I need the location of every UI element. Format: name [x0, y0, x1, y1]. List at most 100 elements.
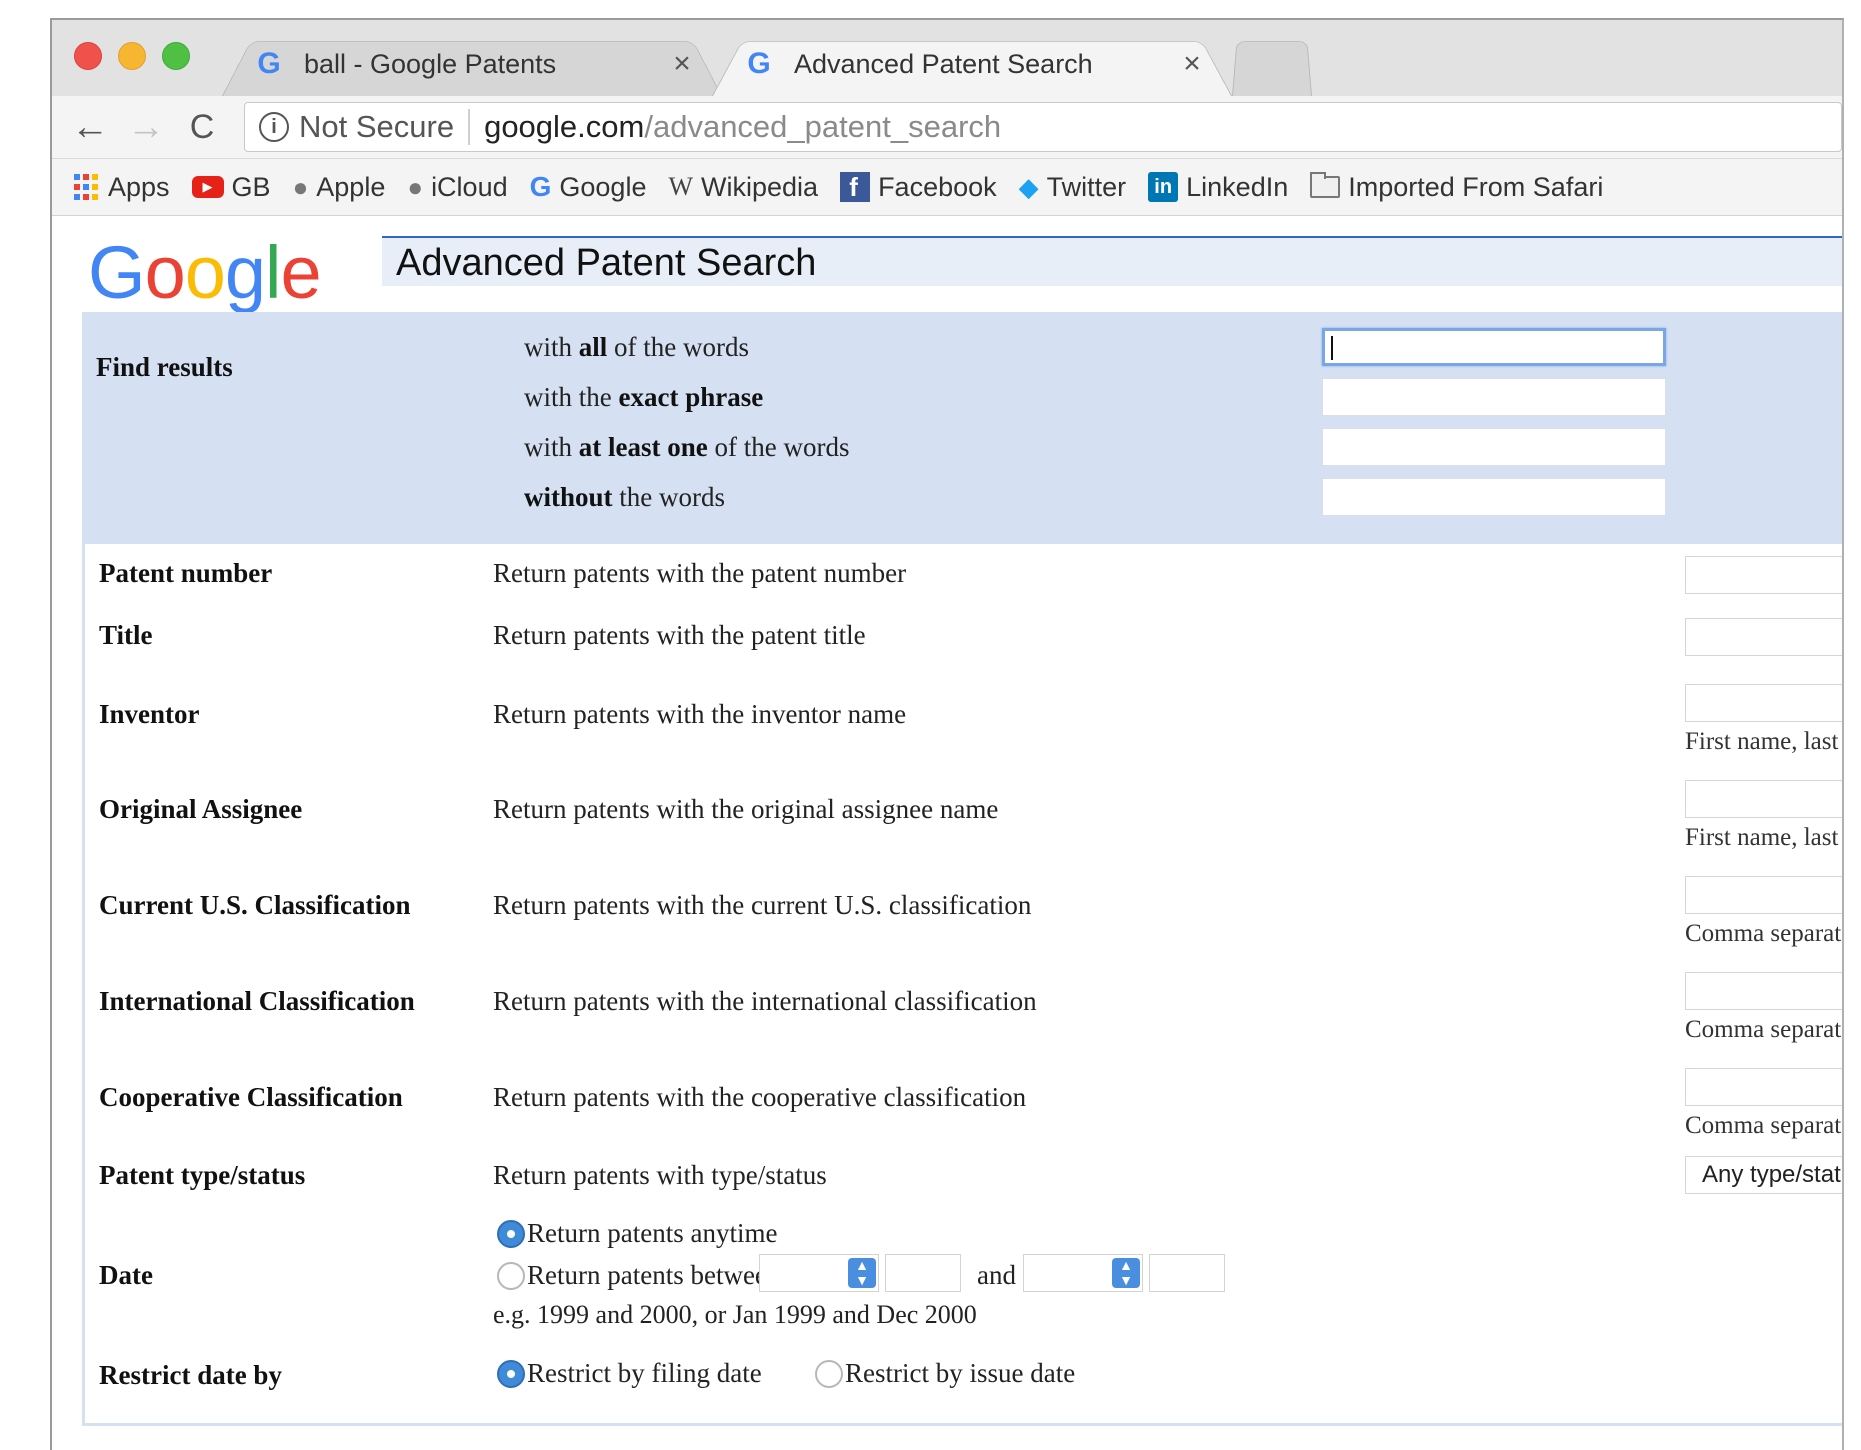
logo-letter: G — [88, 231, 146, 314]
label-text: of the words — [707, 432, 850, 462]
patent-number-input[interactable] — [1685, 556, 1842, 594]
international-classification-label: International Classification — [99, 986, 415, 1016]
cooperative-classification-desc: Return patents with the cooperative clas… — [493, 1082, 1027, 1112]
bookmark-twitter[interactable]: ◆ Twitter — [1019, 172, 1127, 203]
bookmark-gb[interactable]: ▶ GB — [191, 171, 271, 203]
search-options-section: Patent number Return patents with the pa… — [82, 544, 1844, 1426]
bookmark-facebook[interactable]: f Facebook — [840, 172, 997, 203]
label-emphasis: exact phrase — [618, 382, 764, 412]
logo-letter: e — [280, 231, 321, 314]
logo-letter: l — [265, 231, 281, 314]
date-example: e.g. 1999 and 2000, or Jan 1999 and Dec … — [493, 1300, 977, 1329]
not-secure-label: Not Secure — [299, 109, 471, 145]
label-emphasis: all — [578, 332, 608, 362]
original-assignee-label: Original Assignee — [99, 794, 303, 824]
close-window-button[interactable] — [74, 42, 102, 70]
without-words-input[interactable] — [1322, 478, 1666, 516]
close-tab-icon[interactable]: × — [662, 47, 702, 81]
reload-icon[interactable]: C — [174, 108, 230, 147]
current-us-classification-hint: Comma separate — [1685, 920, 1844, 947]
find-results-section: Find results with all of the words with … — [82, 312, 1842, 544]
text-caret — [1331, 336, 1333, 360]
label-emphasis: at least one — [578, 432, 708, 462]
bookmark-apple[interactable]: ● Apple — [293, 172, 386, 203]
bookmark-apps[interactable]: Apps — [72, 172, 170, 203]
tab-title: Advanced Patent Search — [794, 48, 1093, 79]
url-host: google.com — [484, 109, 645, 144]
filing-date-radio[interactable] — [497, 1360, 525, 1388]
apps-grid-icon — [72, 173, 100, 201]
new-tab-button[interactable] — [1232, 32, 1312, 96]
bookmark-label: iCloud — [431, 171, 508, 202]
inventor-hint: First name, last — [1685, 728, 1839, 755]
select-arrows-icon: ▲ ▼ — [1112, 1258, 1140, 1288]
start-month-select[interactable]: ▲ ▼ — [759, 1254, 879, 1292]
logo-letter: o — [184, 231, 226, 314]
bookmark-label: Apps — [108, 171, 170, 202]
without-words-label: without the words — [524, 482, 725, 513]
filing-date-label: Restrict by filing date — [527, 1358, 762, 1388]
restrict-date-label: Restrict date by — [99, 1360, 282, 1390]
end-year-input[interactable] — [1149, 1254, 1225, 1292]
original-assignee-hint: First name, last — [1685, 824, 1839, 851]
tab-title: ball - Google Patents — [304, 48, 557, 79]
google-favicon-icon: G — [747, 47, 771, 80]
bookmark-icloud[interactable]: ● iCloud — [407, 172, 507, 203]
at-least-one-label: with at least one of the words — [524, 432, 849, 463]
tab-advanced-patent-search[interactable]: G Advanced Patent Search × — [712, 32, 1232, 96]
google-logo[interactable]: Google — [88, 230, 322, 315]
all-words-input[interactable] — [1322, 328, 1666, 366]
issue-date-radio[interactable] — [815, 1360, 843, 1388]
google-favicon-icon: G — [257, 47, 281, 80]
start-year-input[interactable] — [885, 1254, 961, 1292]
bookmark-label: Twitter — [1046, 171, 1127, 202]
label-text: with the — [524, 382, 619, 412]
tab-ball-google-patents[interactable]: G ball - Google Patents × — [222, 32, 722, 96]
issue-date-label: Restrict by issue date — [845, 1358, 1076, 1388]
apple-icon: ● — [407, 171, 424, 202]
exact-phrase-input[interactable] — [1322, 378, 1666, 416]
bookmark-label: Facebook — [878, 171, 997, 202]
page-title: Advanced Patent Search — [396, 242, 817, 284]
at-least-one-input[interactable] — [1322, 428, 1666, 466]
bookmark-label: GB — [231, 171, 271, 202]
patent-number-label: Patent number — [99, 558, 273, 588]
inventor-input[interactable] — [1685, 684, 1842, 722]
info-icon[interactable]: i — [259, 112, 289, 142]
original-assignee-input[interactable] — [1685, 780, 1842, 818]
anytime-radio[interactable] — [497, 1220, 525, 1248]
address-bar[interactable]: i Not Secure google.com /advanced_patent… — [244, 102, 1842, 152]
original-assignee-desc: Return patents with the original assigne… — [493, 794, 999, 824]
international-classification-input[interactable] — [1685, 972, 1842, 1010]
logo-letter: g — [224, 231, 266, 314]
bookmark-wikipedia[interactable]: W Wikipedia — [668, 172, 818, 203]
patent-type-status-select[interactable]: Any type/status — [1685, 1156, 1842, 1194]
browser-toolbar: ← → C i Not Secure google.com /advanced_… — [52, 96, 1842, 159]
browser-window: G ball - Google Patents × G Advanced Pat… — [50, 18, 1844, 1450]
title-input[interactable] — [1685, 618, 1842, 656]
bookmark-linkedin[interactable]: in LinkedIn — [1148, 172, 1288, 203]
end-month-select[interactable]: ▲ ▼ — [1023, 1254, 1143, 1292]
cooperative-classification-hint: Comma separate — [1685, 1112, 1844, 1139]
current-us-classification-desc: Return patents with the current U.S. cla… — [493, 890, 1032, 920]
anytime-label: Return patents anytime — [527, 1218, 778, 1248]
apple-icon: ● — [292, 171, 309, 202]
label-text: with — [524, 332, 579, 362]
wikipedia-icon: W — [668, 172, 694, 201]
bookmark-google[interactable]: G Google — [530, 171, 647, 203]
cooperative-classification-input[interactable] — [1685, 1068, 1842, 1106]
date-label: Date — [99, 1260, 153, 1290]
back-arrow-icon[interactable]: ← — [62, 106, 118, 149]
title-label: Title — [99, 620, 153, 650]
forward-arrow-icon[interactable]: → — [118, 106, 174, 149]
maximize-window-button[interactable] — [162, 42, 190, 70]
cooperative-classification-label: Cooperative Classification — [99, 1082, 403, 1112]
bookmark-imported-from-safari[interactable]: Imported From Safari — [1310, 172, 1603, 203]
minimize-window-button[interactable] — [118, 42, 146, 70]
youtube-icon: ▶ — [191, 176, 224, 198]
between-radio[interactable] — [497, 1262, 525, 1290]
current-us-classification-input[interactable] — [1685, 876, 1842, 914]
close-tab-icon[interactable]: × — [1172, 47, 1212, 81]
twitter-icon: ◆ — [1018, 171, 1039, 202]
page-content: Google Advanced Patent Search Find resul… — [52, 216, 1842, 1450]
